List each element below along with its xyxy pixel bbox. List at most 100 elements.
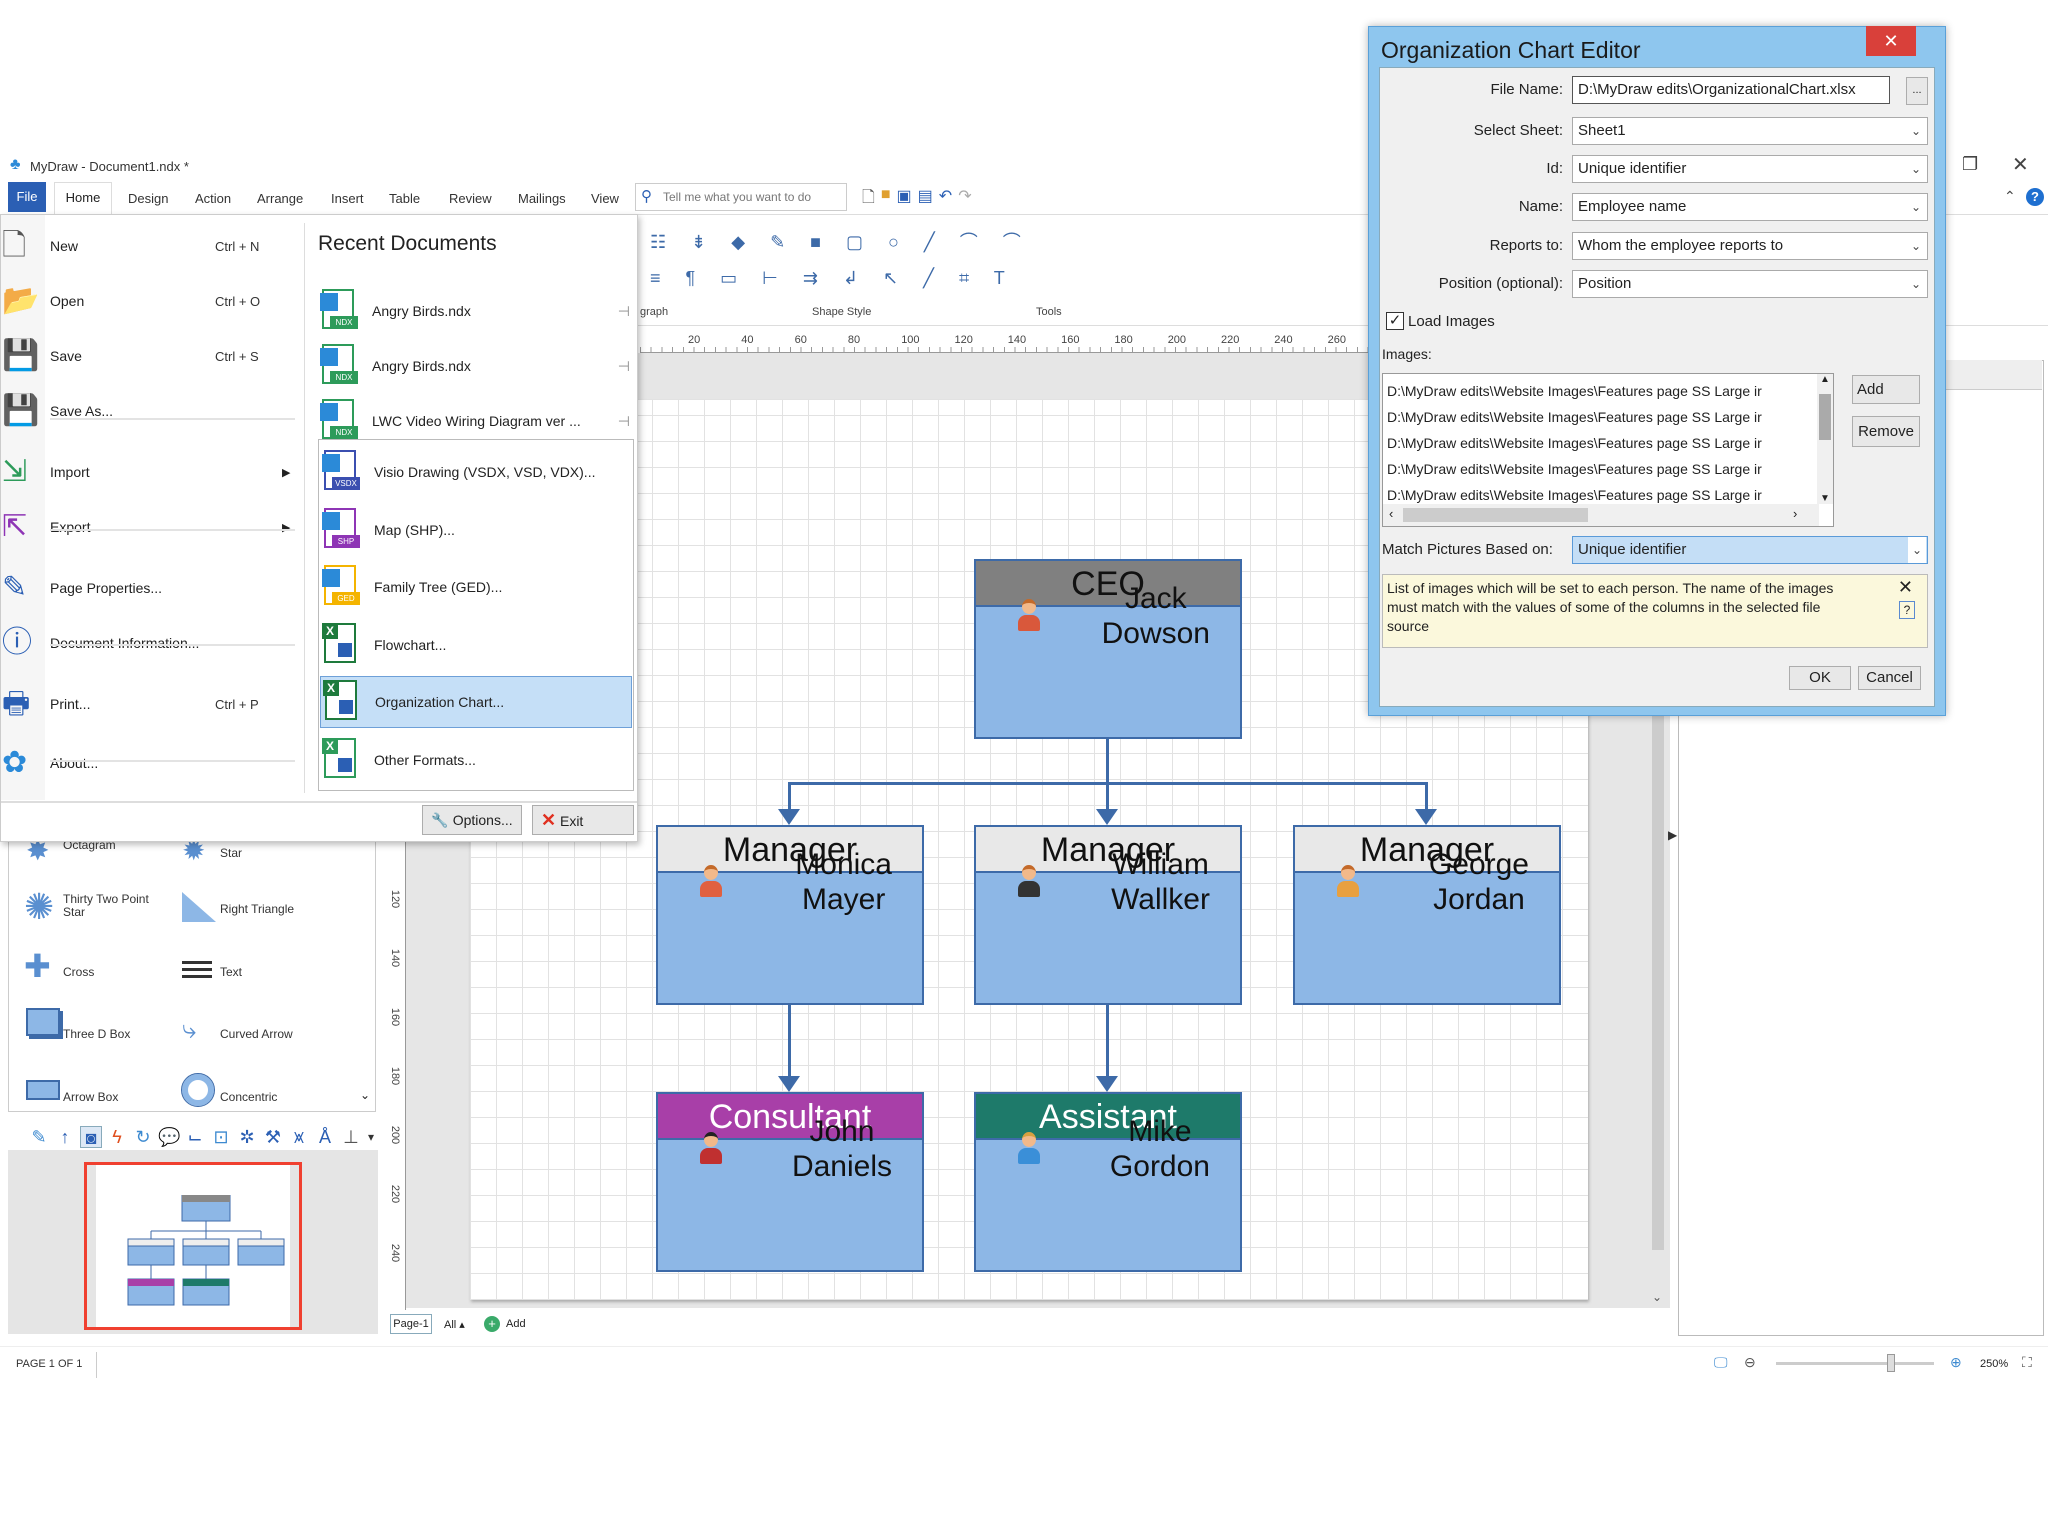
shape-32-point-star-icon[interactable]: ✺ (24, 886, 54, 928)
tab-view[interactable]: View (591, 186, 619, 212)
recent-document-item[interactable]: NDX Angry Birds.ndx ⊣ (318, 285, 634, 337)
file-menu-item-import[interactable]: ⇲ Import ▶ (0, 446, 303, 498)
file-menu-item-about[interactable]: ✿ About... (0, 737, 303, 789)
file-menu-item-page-properties[interactable]: ✎ Page Properties... (0, 562, 303, 614)
shape-right-triangle-icon[interactable] (182, 892, 216, 922)
shape-curved-arrow-icon[interactable]: ⤷ (182, 1014, 197, 1046)
image-path-item[interactable]: D:\MyDraw edits\Website Images\Features … (1387, 404, 1807, 430)
fit-page-icon[interactable]: ⛶ (2022, 1354, 2032, 1371)
org-node-consultant[interactable]: Consultant John Daniels (656, 1092, 924, 1272)
tab-design[interactable]: Design (128, 186, 168, 212)
shape-right-triangle[interactable]: Right Triangle (220, 902, 294, 916)
network-icon[interactable]: ✲ (236, 1126, 258, 1148)
open-folder-icon[interactable]: ■ (881, 186, 891, 213)
tab-file[interactable]: File (8, 182, 46, 212)
browse-button[interactable]: ... (1906, 77, 1928, 105)
select-sheet-dropdown[interactable]: Sheet1 ⌄ (1572, 117, 1928, 145)
collapse-ribbon-button[interactable]: ⌃ (2004, 188, 2016, 205)
undo-icon[interactable]: ↶ (939, 186, 952, 213)
shape-concentric[interactable]: Concentric (220, 1090, 277, 1104)
dialog-close-button[interactable]: ✕ (1866, 26, 1916, 56)
scroll-up-icon[interactable]: ▲ (1817, 374, 1833, 385)
shape-3d-box-icon[interactable] (26, 1008, 60, 1036)
shape-concentric-icon[interactable] (181, 1073, 215, 1107)
zoom-slider-thumb[interactable] (1886, 1354, 1895, 1372)
vertical-scrollbar[interactable] (1652, 700, 1664, 1250)
listbox-vertical-scrollbar[interactable]: ▲ ▼ (1817, 374, 1833, 504)
expand-panel-icon[interactable]: ▶ (1668, 828, 1677, 842)
listbox-horizontal-scrollbar[interactable]: ‹ › (1383, 504, 1819, 526)
shape-cross[interactable]: Cross (63, 965, 94, 979)
pin-icon[interactable]: ⊣ (618, 413, 630, 430)
presentation-icon[interactable]: 🖵 (1714, 1354, 1728, 1371)
pin-icon[interactable]: ⊣ (618, 303, 630, 320)
shape-3d-box[interactable]: Three D Box (63, 1027, 130, 1041)
info-close-icon[interactable]: ✕ (1898, 577, 1913, 598)
image-path-item[interactable]: D:\MyDraw edits\Website Images\Features … (1387, 378, 1807, 404)
name-dropdown[interactable]: Employee name ⌄ (1572, 193, 1928, 221)
match-pictures-dropdown[interactable]: Unique identifier ⌄ (1572, 536, 1928, 564)
options-button[interactable]: 🔧 Options... (422, 805, 522, 835)
all-pages-button[interactable]: All ▴ (444, 1318, 465, 1331)
tab-table[interactable]: Table (389, 186, 420, 212)
close-window-button[interactable]: ✕ (2012, 152, 2029, 177)
shape-star[interactable]: Star (220, 846, 242, 860)
guide-icon[interactable]: ⊥ (340, 1126, 362, 1148)
file-name-input[interactable]: D:\MyDraw edits\OrganizationalChart.xlsx (1572, 76, 1890, 104)
recent-document-item[interactable]: NDX Angry Birds.ndx ⊣ (318, 340, 634, 392)
lightning-icon[interactable]: ϟ (106, 1126, 128, 1148)
org-node-manager-2[interactable]: Manager William Wallker (974, 825, 1242, 1005)
org-node-manager-1[interactable]: Manager Monica Mayer (656, 825, 924, 1005)
tab-review[interactable]: Review (449, 186, 492, 212)
zoom-out-button[interactable]: ⊖ (1744, 1354, 1756, 1371)
images-listbox[interactable]: D:\MyDraw edits\Website Images\Features … (1382, 373, 1834, 527)
import-format-map-shp[interactable]: SHP Map (SHP)... (320, 504, 632, 556)
org-node-manager-3[interactable]: Manager George Jordan (1293, 825, 1561, 1005)
shape-32-point-star[interactable]: Thirty Two Point Star (63, 893, 153, 919)
shape-text[interactable]: Text (220, 965, 242, 979)
zoom-in-button[interactable]: ⊕ (1950, 1354, 1962, 1371)
cancel-button[interactable]: Cancel (1858, 666, 1921, 690)
shape-curved-arrow[interactable]: Curved Arrow (220, 1027, 293, 1041)
import-format-flowchart[interactable]: X Flowchart... (320, 619, 632, 671)
image-path-item[interactable]: D:\MyDraw edits\Website Images\Features … (1387, 430, 1807, 456)
tab-home[interactable]: Home (54, 182, 112, 214)
import-format-other-formats[interactable]: X Other Formats... (320, 734, 632, 786)
tab-arrange[interactable]: Arrange (257, 186, 303, 212)
scroll-down-icon[interactable]: ⌄ (1652, 1290, 1662, 1304)
zoom-slider[interactable] (1776, 1354, 1934, 1372)
scroll-right-icon[interactable]: › (1793, 506, 1797, 521)
file-menu-item-print[interactable]: 🖶 Print... Ctrl + P (0, 678, 303, 730)
edit-icon[interactable]: ✎ (28, 1126, 50, 1148)
add-page-icon[interactable]: + (484, 1316, 500, 1332)
reports-to-dropdown[interactable]: Whom the employee reports to ⌄ (1572, 232, 1928, 260)
shapes-icon[interactable]: ◙ (80, 1126, 102, 1148)
restore-window-button[interactable]: ❐ (1962, 154, 1978, 175)
shape-arrow-box-icon[interactable] (26, 1080, 60, 1100)
add-page-button[interactable]: Add (506, 1318, 526, 1330)
page-tab[interactable]: Page-1 (390, 1314, 432, 1334)
listbox-hscroll-thumb[interactable] (1403, 508, 1588, 522)
scroll-down-icon[interactable]: ▼ (1817, 493, 1833, 504)
tools-icon[interactable]: ⚒ (262, 1126, 284, 1148)
file-menu-item-open[interactable]: 📂 Open Ctrl + O (0, 275, 303, 327)
add-image-button[interactable]: Add (1852, 375, 1920, 404)
shape-arrow-box[interactable]: Arrow Box (63, 1090, 118, 1104)
remove-image-button[interactable]: Remove (1852, 416, 1920, 447)
pointer-up-icon[interactable]: ↑ (54, 1126, 76, 1148)
listbox-scroll-thumb[interactable] (1819, 394, 1831, 440)
position-dropdown[interactable]: Position ⌄ (1572, 270, 1928, 298)
tab-action[interactable]: Action (195, 186, 231, 212)
org-node-assistant[interactable]: Assistant Mike Gordon (974, 1092, 1242, 1272)
tab-mailings[interactable]: Mailings (518, 186, 566, 212)
import-format-visio-drawing-vsdx-vsd-vdx[interactable]: VSDX Visio Drawing (VSDX, VSD, VDX)... (320, 446, 632, 498)
import-format-family-tree-ged[interactable]: GED Family Tree (GED)... (320, 561, 632, 613)
connector-icon[interactable]: ⌙ (184, 1126, 206, 1148)
map-icon[interactable]: ⊡ (210, 1126, 232, 1148)
save-icon[interactable]: ▣ (897, 186, 912, 213)
new-document-icon[interactable]: 🗋 (862, 186, 875, 213)
file-menu-item-save[interactable]: 💾 Save Ctrl + S (0, 330, 303, 382)
file-menu-item-new[interactable]: 🗋 New Ctrl + N (0, 220, 303, 272)
file-menu-item-export[interactable]: ⇱ Export ▶ (0, 501, 303, 553)
help-icon[interactable]: ? (2026, 188, 2044, 206)
